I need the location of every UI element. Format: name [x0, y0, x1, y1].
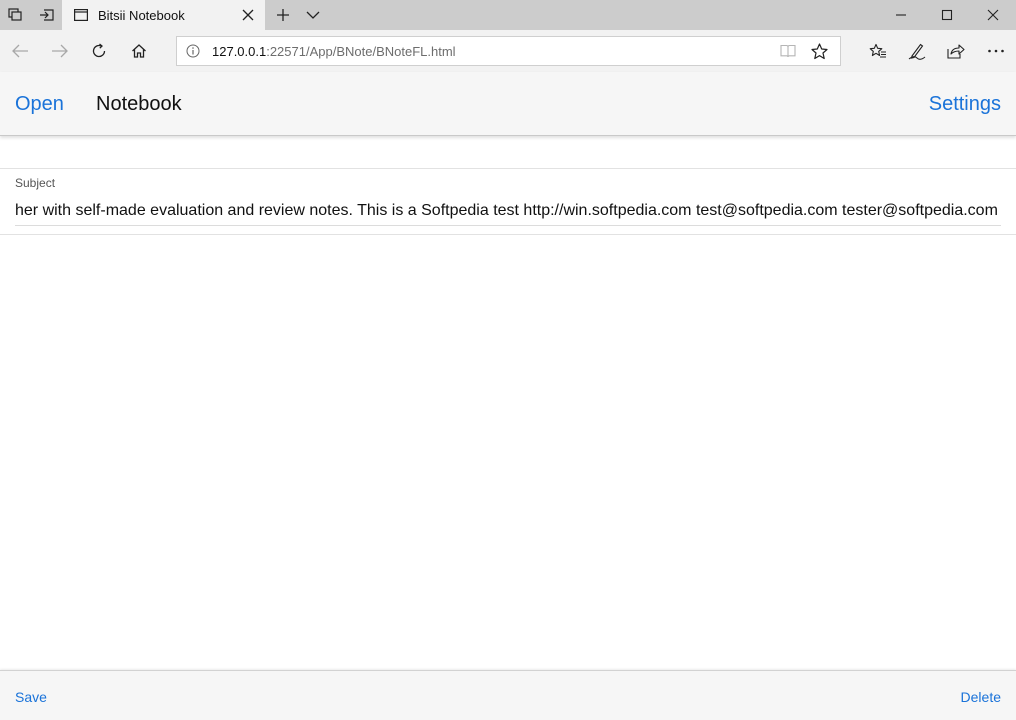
browser-tab[interactable]: Bitsii Notebook: [62, 0, 265, 30]
minimize-icon: [896, 14, 906, 16]
tab-title: Bitsii Notebook: [98, 7, 185, 23]
tab-set-aside-button[interactable]: [0, 0, 30, 30]
app-footer: Save Delete: [0, 670, 1016, 720]
info-icon[interactable]: [186, 44, 200, 58]
browser-navbar: 127.0.0.1:22571/App/BNote/BNoteFL.html: [0, 30, 1016, 72]
pen-icon: [908, 43, 926, 60]
close-window-icon: [987, 9, 999, 21]
settings-link[interactable]: Settings: [929, 93, 1001, 116]
address-url[interactable]: 127.0.0.1:22571/App/BNote/BNoteFL.html: [212, 44, 456, 59]
refresh-icon: [92, 43, 106, 58]
favorites-hub-button[interactable]: [862, 36, 894, 66]
star-icon[interactable]: [811, 43, 828, 60]
tab-preview-button[interactable]: [32, 0, 62, 30]
subject-label: Subject: [15, 176, 56, 190]
back-arrow-icon: [12, 44, 28, 58]
url-host: 127.0.0.1: [212, 43, 267, 59]
share-icon: [947, 44, 965, 59]
minimize-button[interactable]: [878, 0, 924, 30]
divider: [0, 168, 1016, 169]
maximize-icon: [941, 9, 953, 21]
refresh-button[interactable]: [83, 36, 115, 66]
app-header: Open Notebook Settings: [0, 72, 1016, 136]
forward-arrow-icon: [52, 44, 68, 58]
more-button[interactable]: [980, 36, 1012, 66]
tab-preview-icon: [40, 9, 54, 21]
more-icon: [988, 49, 1004, 53]
share-button[interactable]: [940, 36, 972, 66]
maximize-button[interactable]: [924, 0, 970, 30]
note-body-area[interactable]: [0, 235, 1016, 670]
subject-input[interactable]: [15, 196, 1001, 226]
tab-set-aside-icon: [8, 8, 22, 21]
chevron-down-icon: [306, 11, 320, 19]
reading-view-icon[interactable]: [780, 44, 796, 58]
page-title: Notebook: [96, 93, 182, 115]
url-path: :22571/App/BNote/BNoteFL.html: [266, 43, 456, 59]
home-button[interactable]: [123, 36, 155, 66]
page-icon: [74, 9, 88, 21]
plus-icon: [277, 9, 289, 21]
new-tab-button[interactable]: [270, 0, 296, 30]
tab-menu-button[interactable]: [300, 0, 326, 30]
browser-titlebar: Bitsii Notebook: [0, 0, 1016, 30]
save-button[interactable]: Save: [15, 689, 47, 705]
home-icon: [132, 44, 146, 58]
web-note-button[interactable]: [901, 36, 933, 66]
delete-button[interactable]: Delete: [961, 689, 1001, 705]
close-window-button[interactable]: [970, 0, 1016, 30]
address-bar[interactable]: 127.0.0.1:22571/App/BNote/BNoteFL.html: [176, 36, 841, 66]
close-icon[interactable]: [241, 8, 255, 22]
forward-button[interactable]: [44, 36, 76, 66]
back-button[interactable]: [4, 36, 36, 66]
open-link[interactable]: Open: [15, 93, 64, 116]
favorites-icon: [869, 43, 886, 58]
